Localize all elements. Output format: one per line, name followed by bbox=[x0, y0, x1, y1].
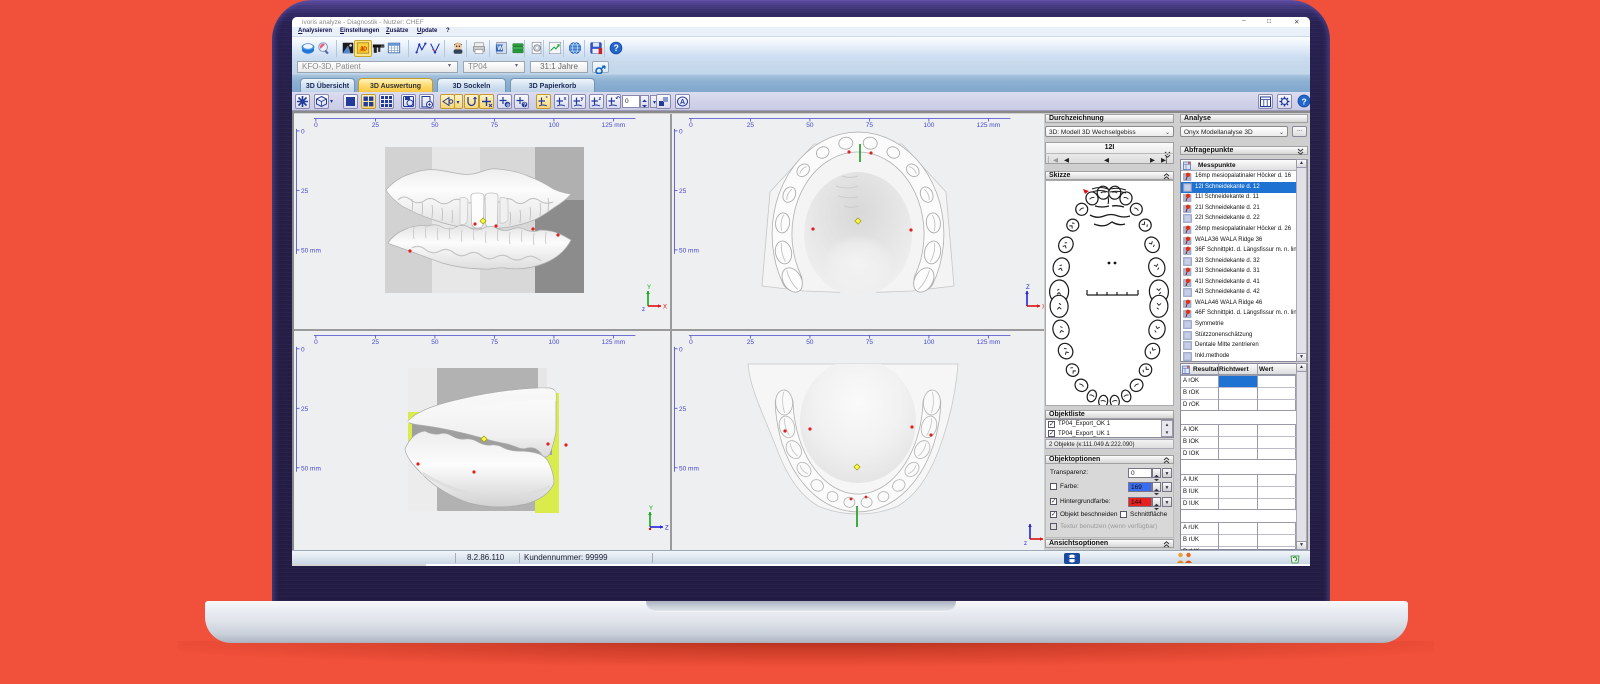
svg-text:25: 25 bbox=[679, 188, 687, 195]
svg-text:Y: Y bbox=[649, 506, 653, 512]
svg-text:50: 50 bbox=[431, 339, 439, 346]
svg-text:50 mm: 50 mm bbox=[679, 247, 699, 254]
svg-text:50: 50 bbox=[806, 339, 814, 346]
svg-text:X: X bbox=[663, 305, 667, 311]
svg-text:?: ? bbox=[1301, 96, 1306, 106]
svg-text:50 mm: 50 mm bbox=[679, 465, 699, 472]
svg-text:25: 25 bbox=[301, 406, 309, 413]
svg-text:y: y bbox=[581, 96, 585, 102]
svg-text:3D: 3D bbox=[360, 47, 367, 53]
svg-text:W: W bbox=[497, 45, 503, 52]
svg-text:125 mm: 125 mm bbox=[602, 339, 625, 346]
svg-text:z: z bbox=[642, 307, 645, 313]
svg-text:↶: ↶ bbox=[615, 95, 621, 102]
svg-text:75: 75 bbox=[491, 339, 499, 346]
svg-text:0: 0 bbox=[314, 122, 318, 129]
svg-text:50 mm: 50 mm bbox=[301, 247, 321, 254]
svg-text:125 mm: 125 mm bbox=[977, 122, 1000, 129]
svg-text:100: 100 bbox=[548, 339, 559, 346]
svg-text:100: 100 bbox=[923, 122, 934, 129]
svg-text:?: ? bbox=[614, 43, 619, 53]
svg-text:25: 25 bbox=[679, 406, 687, 413]
svg-text:Z: Z bbox=[665, 526, 669, 532]
svg-text:50: 50 bbox=[431, 122, 439, 129]
svg-text:x: x bbox=[564, 96, 568, 102]
svg-text:°: ° bbox=[546, 96, 548, 102]
svg-text:50 mm: 50 mm bbox=[301, 465, 321, 472]
svg-text:0: 0 bbox=[301, 128, 305, 135]
svg-text:25: 25 bbox=[372, 339, 380, 346]
svg-text:75: 75 bbox=[866, 122, 874, 129]
svg-text:0: 0 bbox=[689, 122, 693, 129]
svg-text:0: 0 bbox=[689, 339, 693, 346]
svg-text:0: 0 bbox=[679, 346, 683, 353]
svg-text:A: A bbox=[680, 99, 685, 106]
svg-text:100: 100 bbox=[548, 122, 559, 129]
svg-text:25: 25 bbox=[372, 122, 380, 129]
svg-text:0: 0 bbox=[301, 346, 305, 353]
svg-text:50: 50 bbox=[806, 122, 814, 129]
svg-text:0: 0 bbox=[314, 339, 318, 346]
svg-text:Y: Y bbox=[647, 285, 651, 291]
svg-text:100: 100 bbox=[923, 339, 934, 346]
svg-text:125 mm: 125 mm bbox=[602, 122, 625, 129]
svg-text:X: X bbox=[1042, 305, 1044, 311]
svg-text:125 mm: 125 mm bbox=[977, 339, 1000, 346]
svg-text:25: 25 bbox=[301, 188, 309, 195]
svg-text:z: z bbox=[1024, 541, 1027, 547]
svg-text:75: 75 bbox=[866, 339, 874, 346]
svg-text:Z: Z bbox=[1026, 285, 1030, 291]
svg-text:z: z bbox=[599, 96, 602, 102]
svg-text:25: 25 bbox=[747, 339, 755, 346]
svg-text:25: 25 bbox=[747, 122, 755, 129]
svg-text:0: 0 bbox=[679, 128, 683, 135]
svg-text:75: 75 bbox=[491, 122, 499, 129]
